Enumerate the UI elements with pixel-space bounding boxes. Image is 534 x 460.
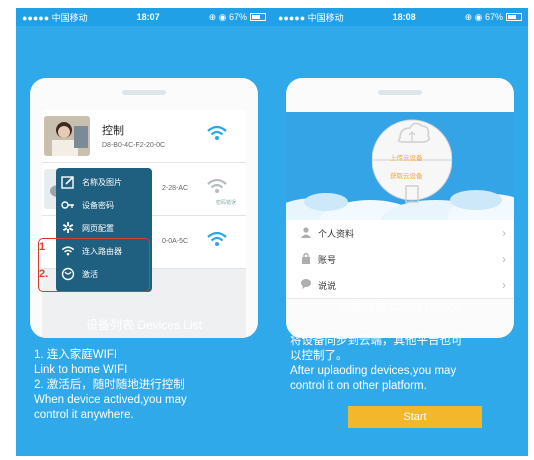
phone-speaker xyxy=(122,90,166,95)
alarm-icon: ⊕ ◉ xyxy=(464,11,485,22)
device-mac: 2-28-AC xyxy=(162,185,189,192)
key-icon xyxy=(60,197,76,213)
battery-percent: 67% xyxy=(228,11,247,22)
battery-status: ⊕ ◉ 67% xyxy=(209,12,266,23)
carrier-label: ●●●●● 中国移动 xyxy=(278,12,344,23)
menu-item-name-image[interactable]: 名称及图片 xyxy=(60,172,150,192)
instruction-line: Link to home WIFI xyxy=(34,364,128,376)
menu-item-label: 设备密码 xyxy=(82,200,114,210)
carrier-label: ●●●●● 中国移动 xyxy=(22,12,88,23)
battery-status: ⊕ ◉ 67% xyxy=(465,12,522,23)
battery-percent: 67% xyxy=(484,11,503,22)
instruction-line: After uplaoding devices,you may xyxy=(290,365,457,377)
highlight-box xyxy=(38,238,150,292)
menu-item-label: 名称及图片 xyxy=(82,177,122,187)
status-bar: ●●●●● 中国移动 18:07 ⊕ ◉ 67% xyxy=(16,8,272,26)
instruction-line: control it anywhere. xyxy=(34,409,134,421)
wifi-icon xyxy=(207,178,227,193)
menu-item-device-password[interactable]: 设备密码 xyxy=(60,195,150,215)
chevron-right-icon: › xyxy=(502,252,506,266)
settings-row-talk[interactable]: 说说 › xyxy=(286,272,514,299)
device-thumbnail xyxy=(44,116,90,156)
cloud-device-screen: ●●●●● 中国移动 18:08 ⊕ ◉ 67% 上传云设备 获取云设备 个人资… xyxy=(272,8,528,456)
phone-speaker xyxy=(378,90,422,95)
settings-row-profile[interactable]: 个人资料 › xyxy=(286,220,514,247)
device-mac: D8-B0-4C-F2-20-0C xyxy=(102,142,166,149)
battery-icon xyxy=(249,13,266,22)
lock-icon xyxy=(302,252,310,264)
wifi-icon xyxy=(207,125,227,140)
settings-row-account[interactable]: 账号 › xyxy=(286,246,514,273)
devices-list-screen: ●●●●● 中国移动 18:07 ⊕ ◉ 67% 控制 D8-B0-4C-F2-… xyxy=(16,8,272,456)
wifi-status-label: 密码错误 xyxy=(215,200,236,206)
instruction-line: 以控制了。 xyxy=(290,350,348,362)
fetch-cloud-button[interactable]: 获取云设备 xyxy=(390,170,423,180)
instruction-line: 将设备同步到云端，其他平台也可 xyxy=(290,335,463,347)
instruction-line: 1. 连入家庭WIFI xyxy=(34,349,118,361)
screen-title: 设备列表 Devices List xyxy=(85,318,203,332)
settings-label: 个人资料 xyxy=(318,229,355,239)
menu-item-label: 网页配置 xyxy=(82,223,114,233)
alarm-icon: ⊕ ◉ xyxy=(208,11,229,22)
upload-cloud-button[interactable]: 上传云设备 xyxy=(390,152,423,162)
device-row[interactable]: 控制 D8-B0-4C-F2-20-0C xyxy=(42,110,246,163)
battery-icon xyxy=(505,13,522,22)
cloud-sync-circle xyxy=(372,119,452,203)
wifi-icon xyxy=(207,231,227,246)
instruction-line: control it on other platform. xyxy=(290,380,427,392)
start-button[interactable]: Start xyxy=(348,406,482,428)
status-time: 18:08 xyxy=(392,12,416,22)
settings-label: 账号 xyxy=(318,255,337,265)
device-mac: 0-0A-5C xyxy=(162,238,189,245)
chat-icon xyxy=(301,279,311,289)
chevron-right-icon: › xyxy=(502,278,506,292)
chevron-right-icon: › xyxy=(502,226,506,240)
step-number: 1 xyxy=(39,241,46,253)
step-number: 2. xyxy=(39,268,49,280)
status-time: 18:07 xyxy=(136,12,160,22)
person-icon xyxy=(301,227,311,238)
instruction-line: When device actived,you may xyxy=(34,394,187,406)
device-name: 控制 xyxy=(102,125,124,137)
settings-label: 说说 xyxy=(318,281,337,291)
instruction-line: 2. 激活后，随时随地进行控制 xyxy=(34,379,185,391)
screen-title: 云端设备 Cloud Device xyxy=(338,300,462,314)
gear-icon: ✲ xyxy=(61,220,75,237)
edit-icon xyxy=(60,174,76,190)
status-bar: ●●●●● 中国移动 18:08 ⊕ ◉ 67% xyxy=(272,8,528,26)
menu-item-web-config[interactable]: ✲ 网页配置 xyxy=(60,218,150,238)
